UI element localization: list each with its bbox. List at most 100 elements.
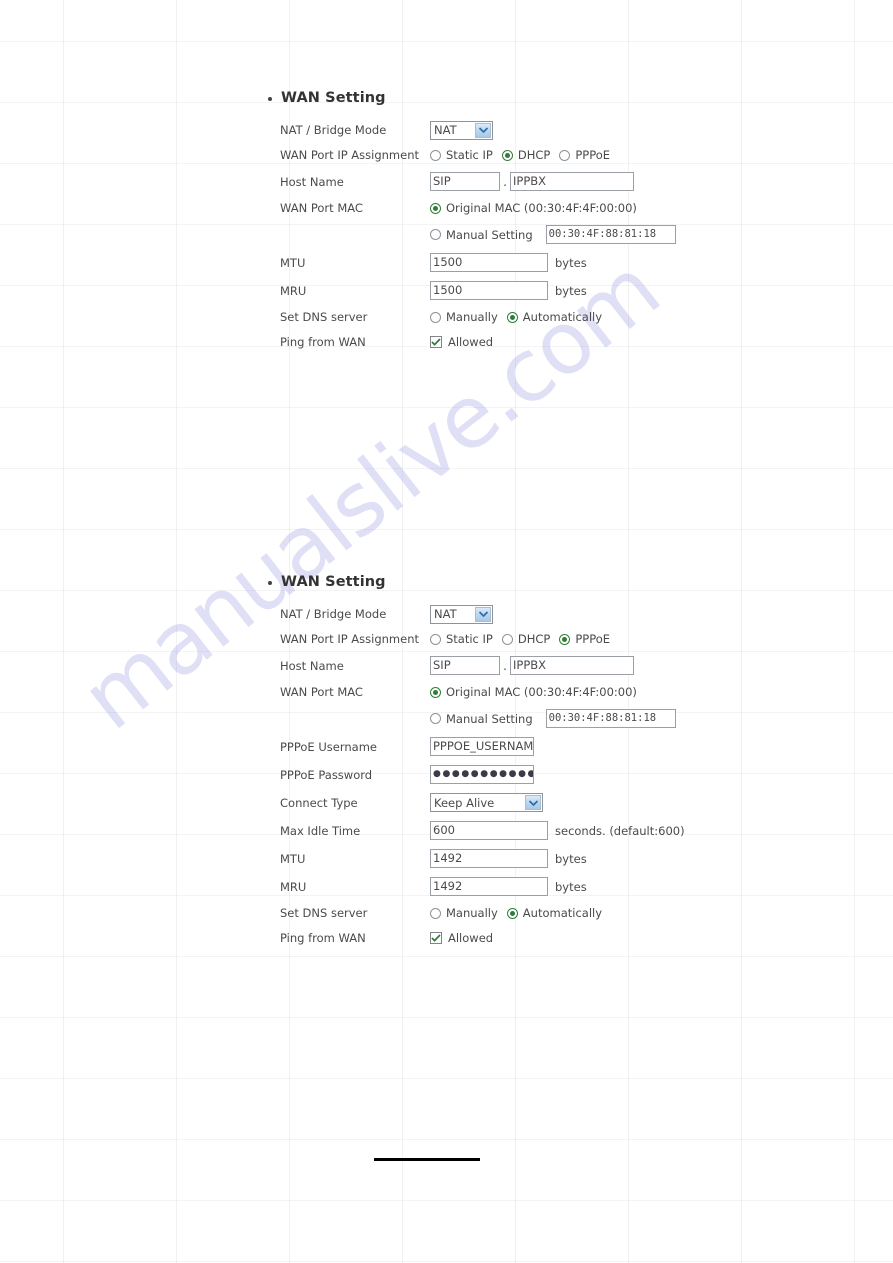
bullet-icon — [268, 97, 272, 101]
ping-allowed-label: Allowed — [448, 931, 494, 945]
radio-static-ip-label: Static IP — [446, 632, 493, 646]
mru-unit: bytes — [555, 283, 587, 298]
label-set-dns-server: Set DNS server — [280, 310, 368, 324]
label-mru: MRU — [280, 283, 307, 298]
radio-manual-setting-label: Manual Setting — [446, 711, 533, 726]
check-icon — [431, 934, 441, 942]
radio-dns-automatically-indicator[interactable] — [506, 311, 518, 323]
radio-dns-manually-indicator[interactable] — [430, 311, 441, 323]
radio-dns-automatically-label: Automatically — [522, 906, 603, 920]
radio-dns-automatically-label: Automatically — [522, 310, 603, 324]
host-name-part2-input[interactable]: IPPBX — [510, 172, 634, 191]
nat-bridge-mode-select[interactable]: NAT — [430, 604, 493, 624]
radio-pppoe-indicator[interactable] — [559, 149, 571, 161]
wan-setting-panel-pppoe: WAN Setting NAT / Bridge Mode NAT WAN Po… — [265, 574, 685, 951]
host-name-separator: . — [503, 658, 507, 673]
radio-dhcp-indicator[interactable] — [501, 149, 513, 161]
row-set-dns-server: Set DNS server Manually Automatically — [280, 901, 685, 925]
row-host-name: Host Name SIP . IPPBX — [280, 168, 685, 195]
host-name-part1-input[interactable]: SIP — [430, 656, 500, 675]
radio-manual-setting[interactable]: Manual Setting — [430, 228, 546, 242]
radio-dns-manually[interactable]: Manually — [430, 906, 507, 920]
label-ping-from-wan: Ping from WAN — [280, 931, 366, 945]
row-pppoe-password: PPPoE Password ●●●●●●●●●●●●● — [280, 761, 685, 788]
row-mtu: MTU 1500 bytes — [280, 249, 685, 276]
label-ip-assignment: WAN Port IP Assignment — [280, 148, 420, 162]
host-name-part2-input[interactable]: IPPBX — [510, 656, 634, 675]
max-idle-time-unit: seconds. (default:600) — [555, 823, 685, 838]
host-name-part1-input[interactable]: SIP — [430, 172, 500, 191]
radio-static-ip[interactable]: Static IP — [430, 632, 502, 646]
nat-bridge-mode-value: NAT — [434, 607, 457, 621]
label-nat-bridge-mode: NAT / Bridge Mode — [280, 607, 387, 621]
form-rows-pppoe: NAT / Bridge Mode NAT WAN Port IP Assign… — [280, 602, 685, 950]
radio-original-mac-indicator[interactable] — [430, 202, 441, 214]
page-title-pppoe: WAN Setting — [268, 574, 685, 590]
max-idle-time-input[interactable]: 600 — [430, 821, 548, 840]
form-rows-dhcp: NAT / Bridge Mode NAT WAN Port IP Assign… — [280, 118, 685, 354]
radio-pppoe-label: PPPoE — [575, 148, 611, 162]
mru-input[interactable]: 1492 — [430, 877, 548, 896]
radio-pppoe[interactable]: PPPoE — [559, 632, 619, 646]
radio-pppoe-indicator[interactable] — [559, 633, 571, 645]
radio-manual-setting[interactable]: Manual Setting — [430, 712, 546, 726]
label-pppoe-password: PPPoE Password — [280, 767, 373, 782]
manual-mac-input[interactable]: 00:30:4F:88:81:18 — [545, 709, 676, 728]
radio-pppoe[interactable]: PPPoE — [559, 148, 619, 162]
mtu-input[interactable]: 1492 — [430, 849, 548, 868]
radio-dhcp-label: DHCP — [517, 148, 551, 162]
page-footer-rule — [374, 1158, 480, 1161]
row-nat-bridge-mode: NAT / Bridge Mode NAT — [280, 118, 685, 142]
radio-manual-setting-label: Manual Setting — [446, 227, 533, 242]
radio-dns-manually[interactable]: Manually — [430, 310, 507, 324]
radio-dns-automatically[interactable]: Automatically — [506, 310, 611, 324]
radio-static-ip-indicator[interactable] — [430, 633, 441, 645]
manual-mac-input[interactable]: 00:30:4F:88:81:18 — [545, 225, 676, 244]
pppoe-username-input[interactable]: PPPOE_USERNAME — [430, 737, 534, 756]
radio-dns-automatically-indicator[interactable] — [506, 907, 518, 919]
mru-unit: bytes — [555, 879, 587, 894]
label-max-idle-time: Max Idle Time — [280, 823, 361, 838]
mru-input[interactable]: 1500 — [430, 281, 548, 300]
radio-dns-manually-label: Manually — [446, 310, 498, 324]
radio-static-ip[interactable]: Static IP — [430, 148, 502, 162]
wan-setting-panel-dhcp: WAN Setting NAT / Bridge Mode NAT WAN Po… — [265, 90, 685, 355]
label-host-name: Host Name — [280, 174, 344, 189]
radio-static-ip-indicator[interactable] — [430, 149, 441, 161]
check-icon — [431, 338, 441, 346]
radio-dns-automatically[interactable]: Automatically — [506, 906, 611, 920]
radio-pppoe-label: PPPoE — [575, 632, 611, 646]
row-ping-from-wan: Ping from WAN Allowed — [280, 926, 685, 950]
radio-original-mac-label: Original MAC (00:30:4F:4F:00:00) — [446, 201, 637, 215]
radio-original-mac[interactable]: Original MAC (00:30:4F:4F:00:00) — [430, 685, 650, 699]
label-mtu: MTU — [280, 851, 306, 866]
radio-original-mac-indicator[interactable] — [430, 686, 441, 698]
ping-allowed-checkbox[interactable] — [430, 932, 442, 944]
mtu-input[interactable]: 1500 — [430, 253, 548, 272]
host-name-separator: . — [503, 174, 507, 189]
chevron-down-icon[interactable] — [475, 122, 491, 138]
chevron-down-icon[interactable] — [475, 606, 491, 622]
radio-dhcp-label: DHCP — [517, 632, 551, 646]
radio-dhcp[interactable]: DHCP — [501, 148, 559, 162]
row-mru: MRU 1500 bytes — [280, 277, 685, 304]
row-ip-assignment: WAN Port IP Assignment Static IP DHCP PP… — [280, 627, 685, 651]
row-ping-from-wan: Ping from WAN Allowed — [280, 330, 685, 354]
row-mru: MRU 1492 bytes — [280, 873, 685, 900]
mtu-unit: bytes — [555, 255, 587, 270]
radio-original-mac[interactable]: Original MAC (00:30:4F:4F:00:00) — [430, 201, 650, 215]
radio-dhcp-indicator[interactable] — [501, 633, 513, 645]
pppoe-password-input[interactable]: ●●●●●●●●●●●●● — [430, 765, 534, 784]
label-connect-type: Connect Type — [280, 795, 358, 810]
radio-manual-setting-indicator[interactable] — [430, 713, 441, 724]
radio-dns-manually-indicator[interactable] — [430, 907, 441, 919]
radio-manual-setting-indicator[interactable] — [430, 229, 441, 240]
chevron-down-icon[interactable] — [525, 795, 541, 810]
label-mru: MRU — [280, 879, 307, 894]
ping-allowed-label: Allowed — [448, 335, 494, 349]
row-pppoe-username: PPPoE Username PPPOE_USERNAME — [280, 733, 685, 760]
ping-allowed-checkbox[interactable] — [430, 336, 442, 348]
connect-type-select[interactable]: Keep Alive — [430, 793, 543, 812]
radio-dhcp[interactable]: DHCP — [501, 632, 559, 646]
nat-bridge-mode-select[interactable]: NAT — [430, 120, 493, 140]
